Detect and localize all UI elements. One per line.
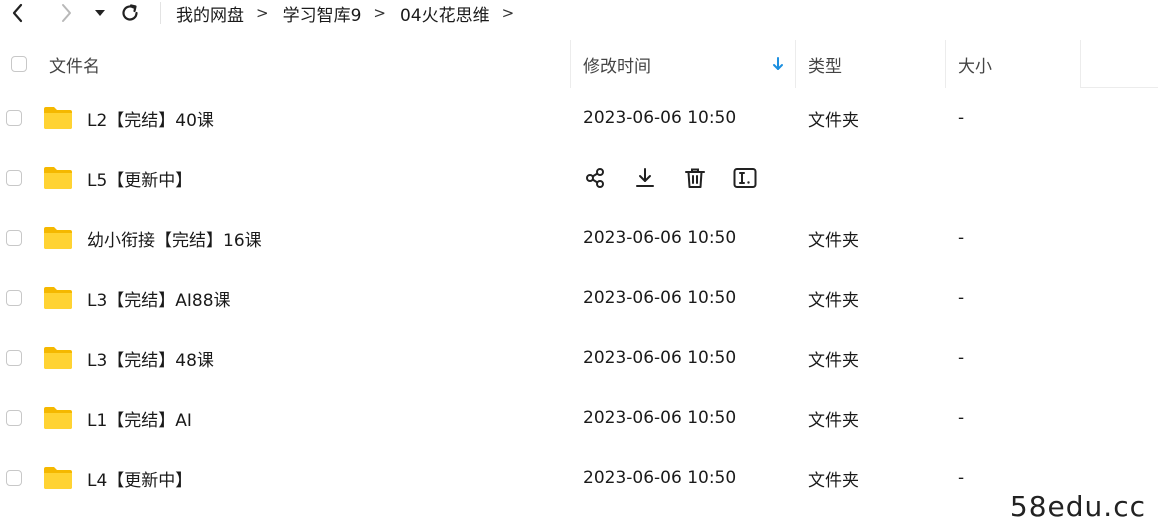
file-name[interactable]: L1【完结】AI xyxy=(87,388,192,448)
chevron-right-icon xyxy=(62,4,71,22)
select-all-checkbox[interactable] xyxy=(11,56,27,72)
file-type: 文件夹 xyxy=(808,290,859,311)
row-checkbox[interactable] xyxy=(6,410,22,426)
modified-time: 2023-06-06 10:50 xyxy=(583,108,737,128)
breadcrumb: 我的网盘 > 学习智库9 > 04火花思维 > xyxy=(176,0,528,26)
file-size: - xyxy=(958,468,965,488)
breadcrumb-separator: > xyxy=(373,4,386,22)
folder-icon xyxy=(44,467,72,489)
row-checkbox[interactable] xyxy=(6,230,22,246)
file-name[interactable]: 幼小衔接【完结】16课 xyxy=(87,208,262,268)
forward-button[interactable] xyxy=(54,0,78,26)
column-divider xyxy=(795,40,796,88)
file-size: - xyxy=(958,108,965,128)
arrow-down-icon xyxy=(773,57,783,70)
row-checkbox[interactable] xyxy=(6,110,22,126)
breadcrumb-item-current[interactable]: 04火花思维 xyxy=(400,1,490,26)
modified-time: 2023-06-06 10:50 xyxy=(583,468,737,488)
breadcrumb-item-root[interactable]: 我的网盘 xyxy=(176,1,244,26)
column-header-size[interactable]: 大小 xyxy=(958,40,992,88)
back-button[interactable] xyxy=(6,0,30,26)
table-header: 文件名 修改时间 类型 大小 xyxy=(0,40,1158,88)
file-type: 文件夹 xyxy=(808,230,859,251)
breadcrumb-separator: > xyxy=(501,4,515,22)
download-button[interactable] xyxy=(633,166,657,190)
folder-icon xyxy=(44,227,72,249)
file-list: L2【完结】40课 2023-06-06 10:50 文件夹 - L5【更新中】 xyxy=(0,88,1158,508)
download-icon xyxy=(636,168,654,187)
file-name[interactable]: L5【更新中】 xyxy=(87,148,192,208)
folder-icon xyxy=(44,287,72,309)
file-name[interactable]: L3【完结】AI88课 xyxy=(87,268,231,328)
rename-button[interactable] xyxy=(733,166,757,190)
table-row[interactable]: L2【完结】40课 2023-06-06 10:50 文件夹 - xyxy=(0,88,1158,148)
row-checkbox[interactable] xyxy=(6,350,22,366)
caret-down-icon xyxy=(95,10,105,16)
column-header-type[interactable]: 类型 xyxy=(808,40,842,88)
rename-icon xyxy=(733,168,757,188)
modified-time: 2023-06-06 10:50 xyxy=(583,348,737,368)
table-row[interactable]: L1【完结】AI 2023-06-06 10:50 文件夹 - xyxy=(0,388,1158,448)
share-icon xyxy=(586,168,604,188)
modified-time: 2023-06-06 10:50 xyxy=(583,408,737,428)
sort-indicator[interactable] xyxy=(772,56,784,76)
file-size: - xyxy=(958,348,965,368)
file-type: 文件夹 xyxy=(808,470,859,491)
file-size: - xyxy=(958,408,965,428)
delete-button[interactable] xyxy=(683,166,707,190)
table-row[interactable]: L3【完结】AI88课 2023-06-06 10:50 文件夹 - xyxy=(0,268,1158,328)
table-row[interactable]: 幼小衔接【完结】16课 2023-06-06 10:50 文件夹 - xyxy=(0,208,1158,268)
file-size: - xyxy=(958,288,965,308)
folder-icon xyxy=(44,347,72,369)
row-actions xyxy=(583,148,783,208)
toolbar: 我的网盘 > 学习智库9 > 04火花思维 > xyxy=(0,0,1158,26)
file-name[interactable]: L2【完结】40课 xyxy=(87,88,214,148)
column-divider xyxy=(1080,40,1081,88)
row-checkbox[interactable] xyxy=(6,470,22,486)
file-name[interactable]: L3【完结】48课 xyxy=(87,328,214,388)
toolbar-divider xyxy=(160,2,161,24)
modified-time: 2023-06-06 10:50 xyxy=(583,228,737,248)
breadcrumb-separator: > xyxy=(256,4,269,22)
history-dropdown-button[interactable] xyxy=(90,0,110,26)
share-button[interactable] xyxy=(583,166,607,190)
table-row-hovered[interactable]: L5【更新中】 xyxy=(0,148,1158,208)
column-header-modified[interactable]: 修改时间 xyxy=(583,40,651,88)
folder-icon xyxy=(44,167,72,189)
column-header-name[interactable]: 文件名 xyxy=(49,40,100,88)
table-row[interactable]: L4【更新中】 2023-06-06 10:50 文件夹 - xyxy=(0,448,1158,508)
row-checkbox[interactable] xyxy=(6,170,22,186)
watermark: 58edu.cc xyxy=(1009,490,1146,523)
table-row[interactable]: L3【完结】48课 2023-06-06 10:50 文件夹 - xyxy=(0,328,1158,388)
file-name[interactable]: L4【更新中】 xyxy=(87,448,192,508)
refresh-icon xyxy=(122,4,138,21)
breadcrumb-item-library[interactable]: 学习智库9 xyxy=(283,1,362,26)
delete-icon xyxy=(685,168,705,188)
file-size: - xyxy=(958,228,965,248)
file-type: 文件夹 xyxy=(808,350,859,371)
column-divider xyxy=(570,40,571,88)
folder-icon xyxy=(44,407,72,429)
refresh-button[interactable] xyxy=(118,0,142,26)
file-type: 文件夹 xyxy=(808,110,859,131)
modified-time: 2023-06-06 10:50 xyxy=(583,288,737,308)
chevron-left-icon xyxy=(12,3,23,23)
folder-icon xyxy=(44,107,72,129)
column-divider xyxy=(945,40,946,88)
file-type: 文件夹 xyxy=(808,410,859,431)
row-checkbox[interactable] xyxy=(6,290,22,306)
